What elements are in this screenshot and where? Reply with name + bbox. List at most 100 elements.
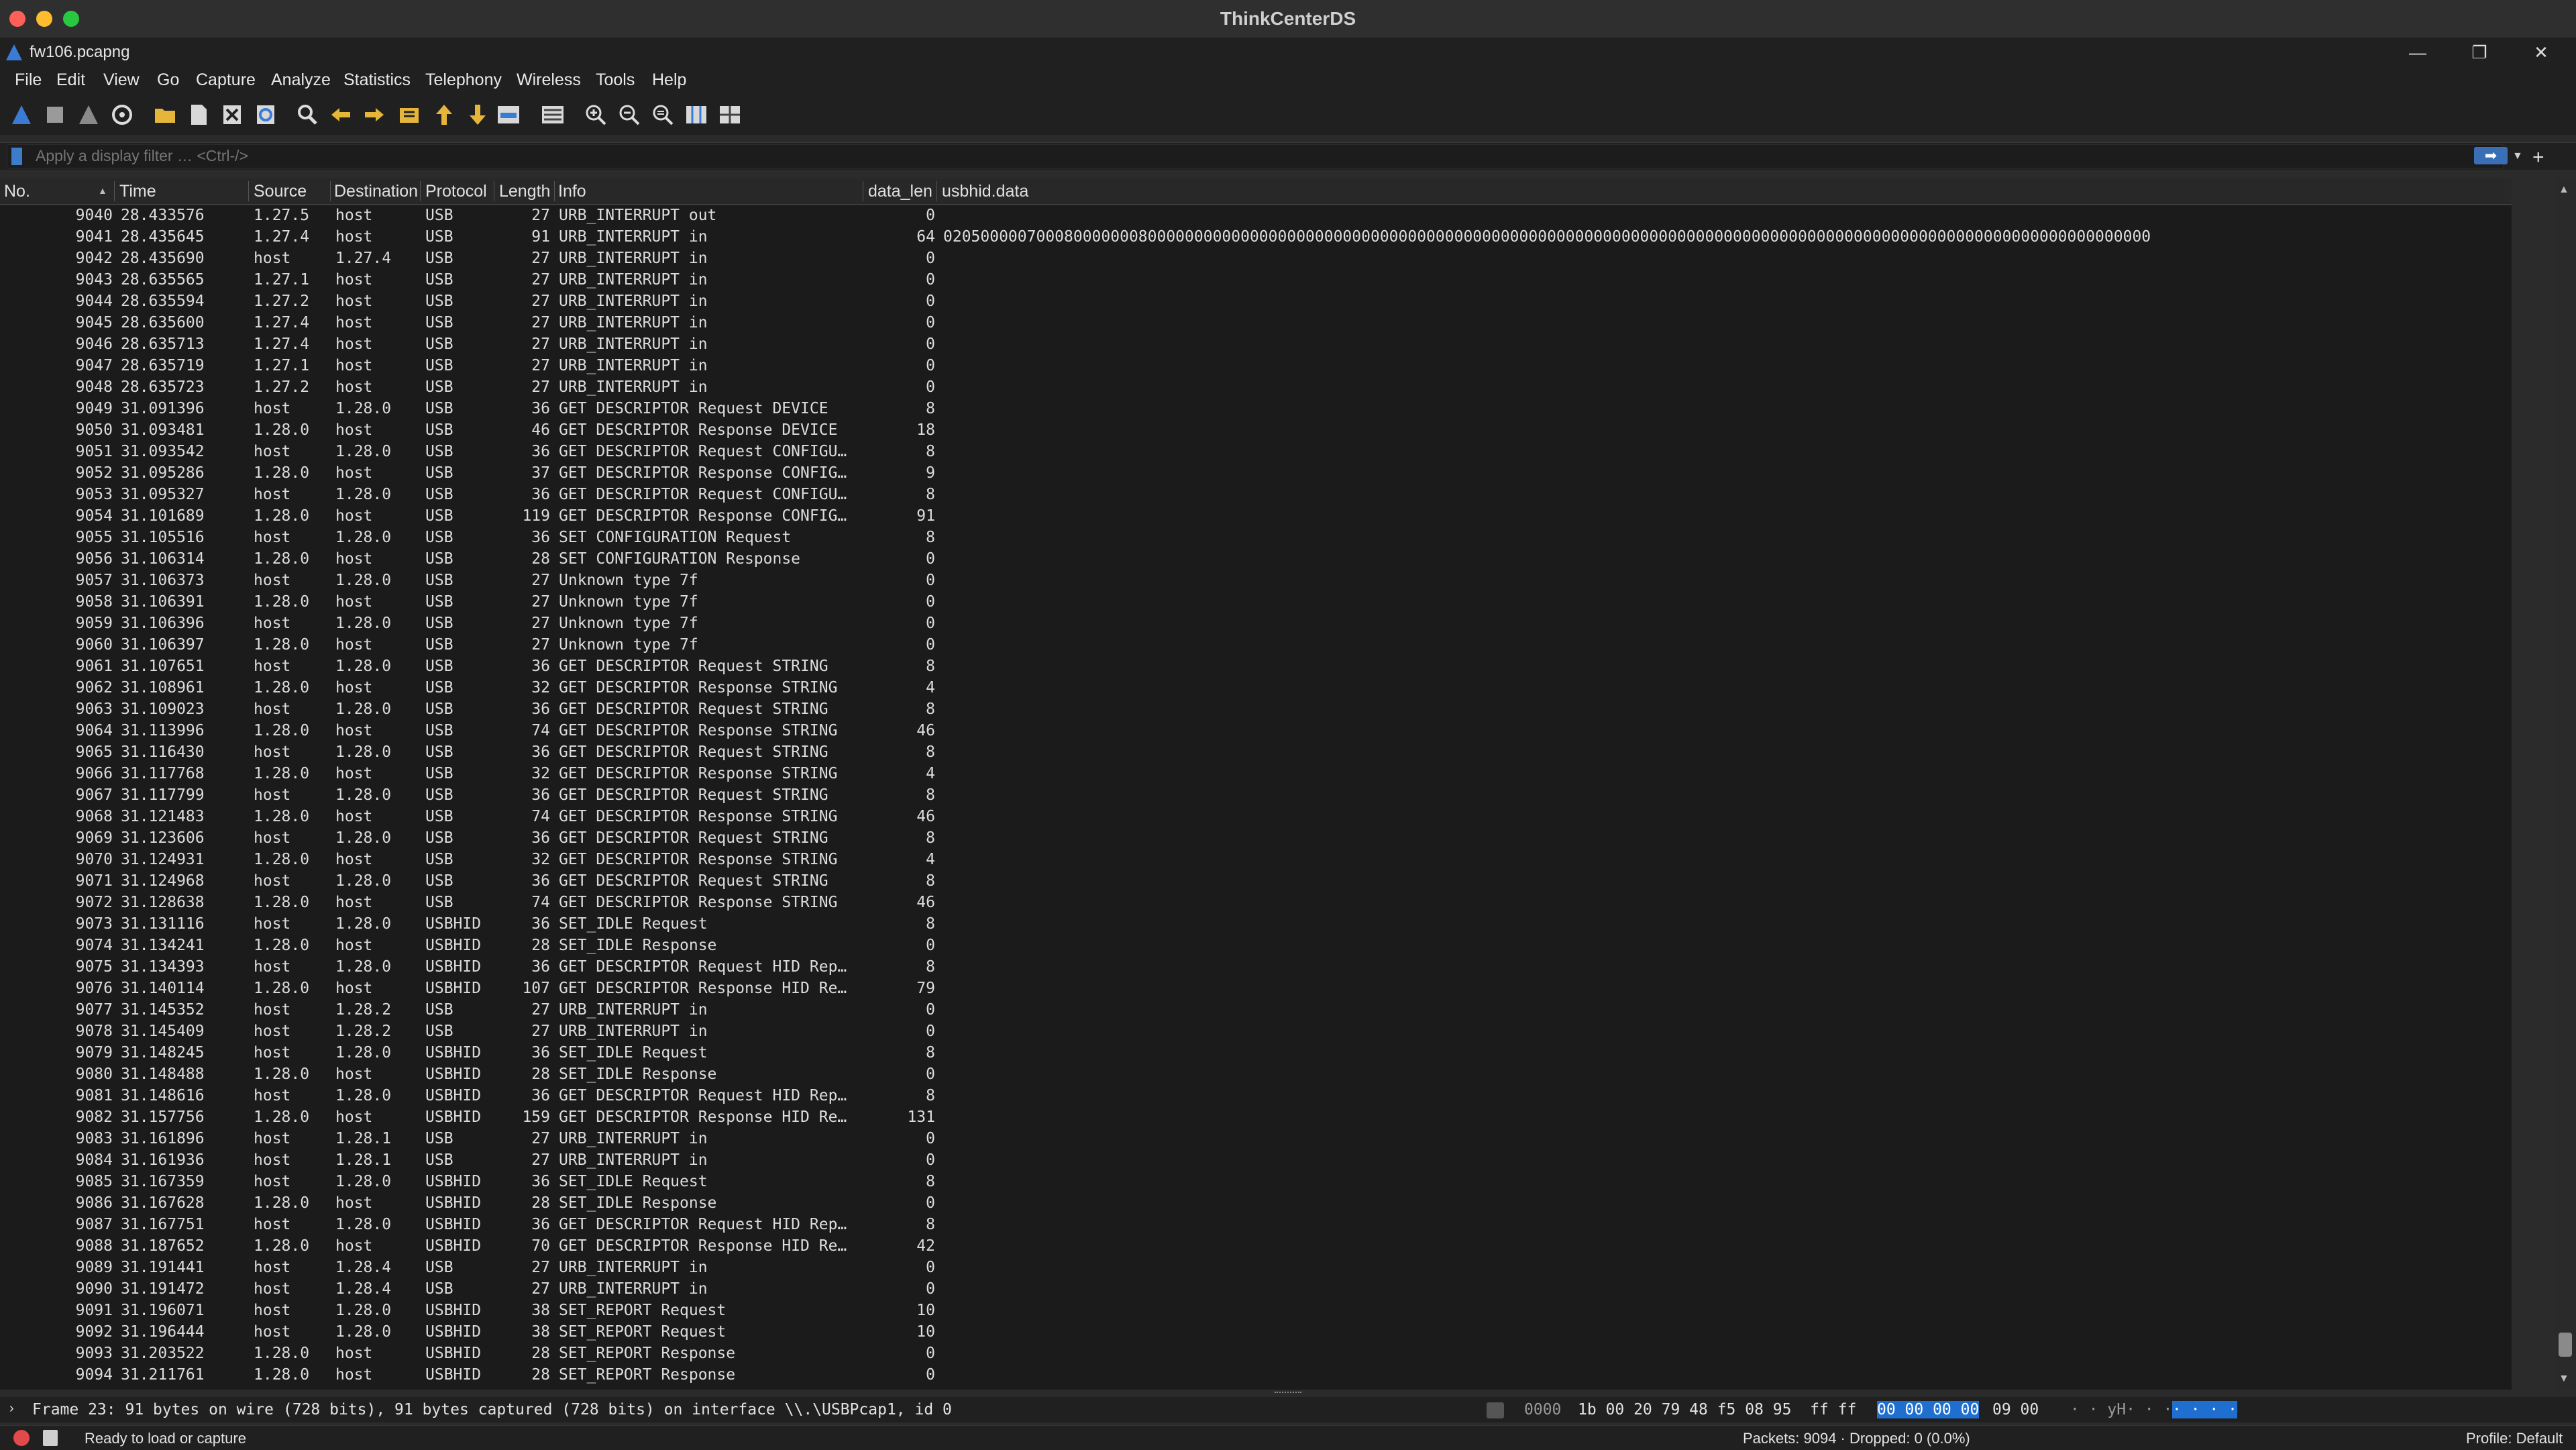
reload-file-icon[interactable] bbox=[254, 103, 278, 127]
resize-columns-icon[interactable] bbox=[684, 103, 708, 127]
table-row[interactable]: 9082 31.157756 1.28.0 host USBHID 159 GET DESC… bbox=[0, 1107, 2512, 1129]
table-row[interactable]: 9086 31.167628 1.28.0 host USBHID 28 SET_IDLE … bbox=[0, 1193, 2512, 1214]
start-capture-icon[interactable] bbox=[9, 103, 34, 127]
column-divider[interactable] bbox=[114, 181, 115, 201]
scroll-up-icon[interactable]: ▲ bbox=[2559, 184, 2569, 196]
ascii-bytes-selected[interactable]: · · · · bbox=[2172, 1401, 2237, 1418]
table-row[interactable]: 9043 28.635565 1.27.1 host USB 27 URB_INTERRUP… bbox=[0, 270, 2512, 291]
table-row[interactable]: 9047 28.635719 1.27.1 host USB 27 URB_INTERRUP… bbox=[0, 356, 2512, 377]
menu-edit[interactable]: Edit bbox=[56, 70, 85, 90]
menu-analyze[interactable]: Analyze bbox=[271, 70, 331, 90]
hex-bytes-selected[interactable]: 00 00 00 00 bbox=[1877, 1401, 1980, 1418]
table-row[interactable]: 9078 31.145409 host 1.28.2 USB 27 URB_INTERRUP… bbox=[0, 1021, 2512, 1043]
expand-chevron-icon[interactable]: › bbox=[9, 1401, 14, 1416]
close-file-icon[interactable] bbox=[220, 103, 244, 127]
autoscroll-icon[interactable] bbox=[496, 103, 521, 127]
menu-telephony[interactable]: Telephony bbox=[425, 70, 502, 90]
table-row[interactable]: 9065 31.116430 host 1.28.0 USB 36 GET DESCRIPT… bbox=[0, 742, 2512, 764]
table-row[interactable]: 9090 31.191472 host 1.28.4 USB 27 URB_INTERRUP… bbox=[0, 1279, 2512, 1300]
table-row[interactable]: 9040 28.433576 1.27.5 host USB 27 URB_INTERRUP… bbox=[0, 205, 2512, 227]
hex-bytes[interactable]: 1b 00 20 79 48 f5 08 95 ff ff bbox=[1578, 1401, 1856, 1418]
table-row[interactable]: 9088 31.187652 1.28.0 host USBHID 70 GET DESCR… bbox=[0, 1236, 2512, 1257]
restore-button[interactable]: ❐ bbox=[2453, 40, 2506, 65]
table-row[interactable]: 9056 31.106314 1.28.0 host USB 28 SET CONFIGUR… bbox=[0, 549, 2512, 570]
filter-history-chevron-icon[interactable]: ▼ bbox=[2512, 150, 2523, 162]
table-row[interactable]: 9074 31.134241 1.28.0 host USBHID 28 SET_IDLE … bbox=[0, 935, 2512, 957]
column-divider[interactable] bbox=[330, 181, 331, 201]
close-button[interactable]: ✕ bbox=[2514, 40, 2568, 65]
column-length[interactable]: Length bbox=[499, 182, 550, 201]
bookmark-icon[interactable] bbox=[11, 148, 22, 165]
column-divider[interactable] bbox=[936, 181, 937, 201]
table-row[interactable]: 9052 31.095286 1.28.0 host USB 37 GET DESCRIPT… bbox=[0, 463, 2512, 484]
capture-comment-icon[interactable] bbox=[43, 1430, 58, 1446]
table-row[interactable]: 9079 31.148245 host 1.28.0 USBHID 36 SET_IDLE … bbox=[0, 1043, 2512, 1064]
column-info[interactable]: Info bbox=[558, 182, 586, 201]
table-row[interactable]: 9053 31.095327 host 1.28.0 USB 36 GET DESCRIPT… bbox=[0, 484, 2512, 506]
display-filter-field[interactable]: ➡ ▼ bbox=[7, 144, 2523, 168]
table-row[interactable]: 9051 31.093542 host 1.28.0 USB 36 GET DESCRIPT… bbox=[0, 442, 2512, 463]
expert-info-icon[interactable] bbox=[13, 1430, 30, 1446]
menu-wireless[interactable]: Wireless bbox=[517, 70, 581, 90]
table-row[interactable]: 9075 31.134393 host 1.28.0 USBHID 36 GET DESCR… bbox=[0, 957, 2512, 978]
pane-splitter-handle[interactable] bbox=[1275, 1392, 1301, 1396]
table-row[interactable]: 9081 31.148616 host 1.28.0 USBHID 36 GET DESCR… bbox=[0, 1086, 2512, 1107]
open-file-icon[interactable] bbox=[153, 103, 177, 127]
table-row[interactable]: 9073 31.131116 host 1.28.0 USBHID 36 SET_IDLE … bbox=[0, 914, 2512, 935]
table-row[interactable]: 9046 28.635713 1.27.4 host USB 27 URB_INTERRUP… bbox=[0, 334, 2512, 356]
layout-icon[interactable] bbox=[718, 103, 742, 127]
scroll-down-icon[interactable]: ▼ bbox=[2559, 1373, 2569, 1385]
frame-summary[interactable]: Frame 23: 91 bytes on wire (728 bits), 9… bbox=[32, 1401, 952, 1418]
table-row[interactable]: 9042 28.435690 host 1.27.4 USB 27 URB_INTERRUP… bbox=[0, 248, 2512, 270]
table-row[interactable]: 9048 28.635723 1.27.2 host USB 27 URB_INTERRUP… bbox=[0, 377, 2512, 399]
table-row[interactable]: 9076 31.140114 1.28.0 host USBHID 107 GET DESC… bbox=[0, 978, 2512, 1000]
minimize-button[interactable]: — bbox=[2391, 40, 2445, 65]
table-row[interactable]: 9055 31.105516 host 1.28.0 USB 36 SET CONFIGUR… bbox=[0, 527, 2512, 549]
table-row[interactable]: 9084 31.161936 host 1.28.1 USB 27 URB_INTERRUP… bbox=[0, 1150, 2512, 1172]
capture-options-icon[interactable] bbox=[110, 103, 134, 127]
column-data-len[interactable]: data_len bbox=[868, 182, 932, 201]
go-forward-icon[interactable] bbox=[362, 103, 386, 127]
table-row[interactable]: 9045 28.635600 1.27.4 host USB 27 URB_INTERRUP… bbox=[0, 313, 2512, 334]
table-row[interactable]: 9060 31.106397 1.28.0 host USB 27 Unknown type… bbox=[0, 635, 2512, 656]
table-row[interactable]: 9063 31.109023 host 1.28.0 USB 36 GET DESCRIPT… bbox=[0, 699, 2512, 721]
scrollbar-thumb[interactable] bbox=[2559, 1333, 2572, 1357]
table-row[interactable]: 9091 31.196071 host 1.28.0 USBHID 38 SET_REPOR… bbox=[0, 1300, 2512, 1322]
table-row[interactable]: 9089 31.191441 host 1.28.4 USB 27 URB_INTERRUP… bbox=[0, 1257, 2512, 1279]
column-source[interactable]: Source bbox=[254, 182, 307, 201]
table-row[interactable]: 9064 31.113996 1.28.0 host USB 74 GET DESCRIPT… bbox=[0, 721, 2512, 742]
go-last-icon[interactable] bbox=[466, 103, 490, 127]
zoom-in-icon[interactable] bbox=[584, 103, 608, 127]
column-no[interactable]: No. bbox=[4, 182, 30, 201]
hex-bytes-tail[interactable]: 09 00 bbox=[1992, 1401, 2039, 1418]
menu-statistics[interactable]: Statistics bbox=[343, 70, 411, 90]
menu-capture[interactable]: Capture bbox=[196, 70, 256, 90]
table-row[interactable]: 9067 31.117799 host 1.28.0 USB 36 GET DESCRIPT… bbox=[0, 785, 2512, 807]
menu-view[interactable]: View bbox=[103, 70, 140, 90]
column-destination[interactable]: Destination bbox=[334, 182, 419, 201]
column-divider[interactable] bbox=[420, 181, 421, 201]
go-first-icon[interactable] bbox=[432, 103, 456, 127]
table-row[interactable]: 9072 31.128638 1.28.0 host USB 74 GET DESCRIPT… bbox=[0, 892, 2512, 914]
table-row[interactable]: 9092 31.196444 host 1.28.0 USBHID 38 SET_REPOR… bbox=[0, 1322, 2512, 1343]
table-row[interactable]: 9068 31.121483 1.28.0 host USB 74 GET DESCRIPT… bbox=[0, 807, 2512, 828]
table-row[interactable]: 9083 31.161896 host 1.28.1 USB 27 URB_INTERRUP… bbox=[0, 1129, 2512, 1150]
table-row[interactable]: 9041 28.435645 1.27.4 host USB 91 URB_INTERRUP… bbox=[0, 227, 2512, 248]
column-protocol[interactable]: Protocol bbox=[425, 182, 487, 201]
table-row[interactable]: 9080 31.148488 1.28.0 host USBHID 28 SET_IDLE … bbox=[0, 1064, 2512, 1086]
table-row[interactable]: 9061 31.107651 host 1.28.0 USB 36 GET DESCRIPT… bbox=[0, 656, 2512, 678]
table-row[interactable]: 9071 31.124968 host 1.28.0 USB 36 GET DESCRIPT… bbox=[0, 871, 2512, 892]
ascii-bytes[interactable]: · · yH· · · bbox=[2070, 1401, 2172, 1418]
table-row[interactable]: 9077 31.145352 host 1.28.2 USB 27 URB_INTERRUP… bbox=[0, 1000, 2512, 1021]
menu-tools[interactable]: Tools bbox=[596, 70, 635, 90]
save-file-icon[interactable] bbox=[186, 103, 211, 127]
normal-size-icon[interactable] bbox=[651, 103, 675, 127]
zoom-out-icon[interactable] bbox=[617, 103, 641, 127]
column-time[interactable]: Time bbox=[119, 182, 156, 201]
table-row[interactable]: 9087 31.167751 host 1.28.0 USBHID 36 GET DESCR… bbox=[0, 1214, 2512, 1236]
add-filter-button[interactable]: + bbox=[2532, 146, 2544, 169]
stop-capture-icon[interactable] bbox=[43, 103, 67, 127]
table-row[interactable]: 9049 31.091396 host 1.28.0 USB 36 GET DESCRIPT… bbox=[0, 399, 2512, 420]
table-row[interactable]: 9054 31.101689 1.28.0 host USB 119 GET DESCRIP… bbox=[0, 506, 2512, 527]
menu-go[interactable]: Go bbox=[157, 70, 179, 90]
